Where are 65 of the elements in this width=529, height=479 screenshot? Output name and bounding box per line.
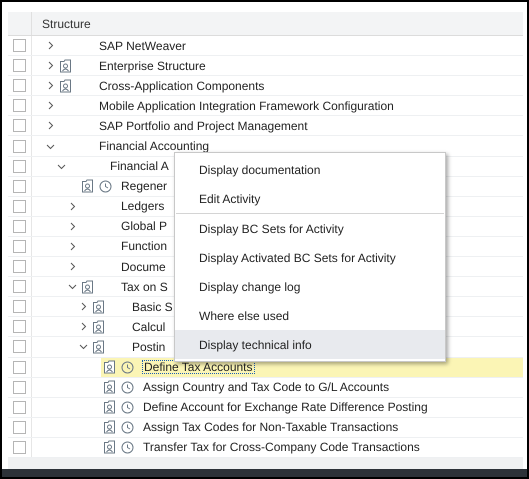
menu-item[interactable]: Display BC Sets for Activity (175, 214, 445, 243)
chevron-right-icon[interactable] (79, 322, 88, 332)
row-checkbox[interactable] (13, 360, 26, 374)
row-checkbox[interactable] (13, 180, 26, 193)
chevron-right-icon[interactable] (46, 101, 55, 110)
row-checkbox[interactable] (13, 140, 26, 153)
chevron-right-icon[interactable] (46, 121, 55, 130)
tree-node-label[interactable]: Mobile Application Integration Framework Configuration (99, 100, 394, 112)
tree-node-label[interactable]: Ledgers (121, 200, 164, 212)
row-checkbox[interactable] (13, 59, 26, 72)
tree-node-label[interactable]: Transfer Tax for Cross-Company Code Transactions (143, 441, 420, 454)
column-header: Structure (42, 16, 91, 32)
tree-node-label[interactable]: Basic S (132, 300, 173, 313)
menu-item[interactable]: Display documentation (175, 155, 445, 184)
chevron-right-icon[interactable] (68, 242, 77, 251)
row-checkbox[interactable] (13, 340, 26, 354)
menu-item[interactable]: Display change log (175, 272, 445, 301)
menu-item[interactable]: Where else used (175, 301, 445, 330)
row-checkbox[interactable] (13, 420, 26, 434)
row-checkbox[interactable] (13, 280, 26, 294)
tree-node-label[interactable]: Define Tax Accounts (143, 361, 254, 374)
tree-node-label[interactable]: Postin (132, 340, 166, 353)
chevron-down-icon[interactable] (68, 282, 77, 292)
row-checkbox[interactable] (13, 39, 26, 52)
row-checkbox[interactable] (13, 260, 26, 274)
chevron-right-icon[interactable] (68, 222, 77, 231)
row-checkbox[interactable] (13, 99, 26, 112)
chevron-right-icon[interactable] (68, 202, 77, 211)
chevron-right-icon[interactable] (46, 81, 55, 90)
tree-node-label[interactable]: Calcul (132, 320, 166, 333)
row-checkbox[interactable] (13, 200, 26, 213)
menu-item[interactable]: Display technical info (175, 330, 445, 359)
menu-item[interactable]: Edit Activity (175, 184, 445, 213)
chevron-down-icon[interactable] (57, 162, 66, 171)
row-checkbox[interactable] (13, 380, 26, 394)
tree-node-label[interactable]: Tax on S (121, 280, 168, 293)
tree-node-label[interactable]: Assign Tax Codes for Non-Taxable Transactions (143, 421, 398, 434)
tree-node-label[interactable]: Function (121, 240, 168, 252)
tree-node-label[interactable]: Global P (121, 220, 168, 232)
row-checkbox[interactable] (13, 240, 26, 253)
tree-node-label[interactable]: Docume (121, 260, 166, 273)
chevron-right-icon[interactable] (79, 302, 88, 312)
tree-node-label[interactable]: Financial A (110, 160, 169, 172)
chevron-down-icon[interactable] (79, 342, 88, 352)
tree-node-label[interactable]: Define Account for Exchange Rate Difference Posting (143, 401, 428, 414)
row-checkbox[interactable] (13, 320, 26, 334)
tree-node-label[interactable]: SAP NetWeaver (99, 40, 186, 52)
chevron-down-icon[interactable] (46, 142, 55, 151)
row-checkbox[interactable] (13, 79, 26, 92)
tree-node-label[interactable]: SAP Portfolio and Project Management (99, 120, 308, 132)
tree-node-label[interactable]: Financial Accounting (99, 140, 210, 152)
tree-node-label[interactable]: Cross-Application Components (99, 80, 264, 92)
menu-item[interactable]: Display Activated BC Sets for Activity (175, 243, 445, 272)
chevron-right-icon[interactable] (46, 61, 55, 70)
tree-node-label[interactable]: Enterprise Structure (99, 60, 206, 72)
row-checkbox[interactable] (13, 440, 26, 454)
row-checkbox[interactable] (13, 160, 26, 173)
row-checkbox[interactable] (13, 119, 26, 132)
chevron-right-icon[interactable] (68, 262, 77, 272)
row-checkbox[interactable] (13, 220, 26, 233)
tree-node-label[interactable]: Regener (121, 180, 168, 192)
row-checkbox[interactable] (13, 300, 26, 314)
row-checkbox[interactable] (13, 400, 26, 414)
tree-node-label[interactable]: Assign Country and Tax Code to G/L Accounts (143, 381, 390, 394)
chevron-right-icon[interactable] (46, 41, 55, 50)
